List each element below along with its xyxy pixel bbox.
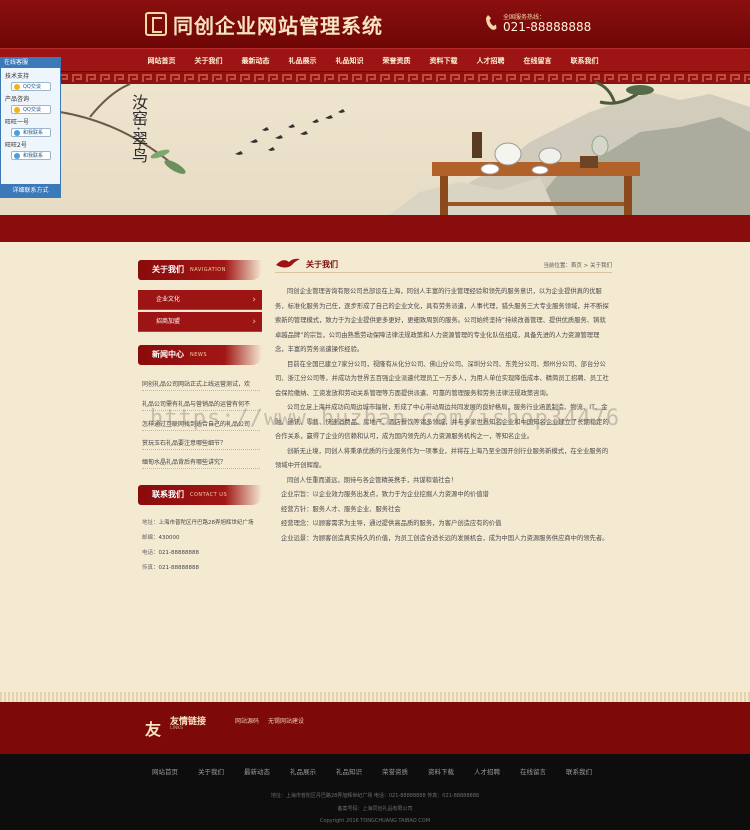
nav-products[interactable]: 礼品展示: [279, 49, 326, 73]
sidebar-news-header: 新闻中心 NEWS: [138, 345, 262, 365]
banner-bottom-strip: [0, 215, 750, 242]
footer-nav-downloads[interactable]: 资料下载: [418, 766, 464, 776]
wangwang-icon: [14, 153, 20, 159]
breadcrumb-home[interactable]: 首页: [571, 263, 582, 269]
sidebar-about-header: 关于我们 NAVIGATION: [138, 260, 262, 280]
hotline-number: 021-88888888: [503, 20, 592, 34]
footer-nav-contact[interactable]: 联系我们: [556, 766, 602, 776]
wangwang-icon: [14, 130, 20, 136]
nav-knowledge[interactable]: 礼品知识: [326, 49, 373, 73]
nav-guestbook[interactable]: 在线留言: [514, 49, 561, 73]
qq-group-label: 技术支持: [5, 73, 30, 80]
sidebar-news-en: NEWS: [190, 352, 208, 358]
qq-chat-button[interactable]: QQ交谈: [11, 105, 51, 114]
watermark-text: https://www.huzhan.com/ishop34476: [150, 406, 621, 431]
nav-about[interactable]: 关于我们: [185, 49, 232, 73]
footer-nav-about[interactable]: 关于我们: [188, 766, 234, 776]
online-service-title: 在线客服: [1, 58, 60, 68]
footer-nav-honors[interactable]: 荣誉资质: [372, 766, 418, 776]
phone-icon: [486, 15, 497, 30]
contact-phone: 电话：021-88888888: [142, 550, 199, 556]
qq-chat-button[interactable]: QQ交谈: [11, 82, 51, 91]
decorative-border: [0, 692, 750, 702]
about-paragraph: 同创企业管理咨询有限公司总部设在上海，同创人丰富的行业管理经验和领先的服务意识，…: [275, 288, 609, 353]
footer-nav-home[interactable]: 网站首页: [142, 766, 188, 776]
footer-nav-knowledge[interactable]: 礼品知识: [326, 766, 372, 776]
nav-honors[interactable]: 荣誉资质: [373, 49, 420, 73]
wangwang-contact-button[interactable]: 和我联系: [11, 128, 51, 137]
sidebar-contact-title: 联系我们: [152, 490, 184, 499]
breadcrumb-separator: >: [581, 263, 590, 269]
about-paragraph: 同创人任重而道远，期待与各企管精英携手，共谋和谐社会！: [287, 476, 458, 484]
site-header: 同创企业网站管理系统 全国服务热线： 021-88888888: [0, 0, 750, 48]
news-list-item[interactable]: 同创礼品公司网站正式上线运营测试，欢: [142, 378, 260, 391]
contact-details-button[interactable]: 详细联系方式: [1, 184, 60, 197]
friend-link[interactable]: 网站源码: [235, 716, 259, 725]
footer-nav-guestbook[interactable]: 在线留言: [510, 766, 556, 776]
content-header: 关于我们 当前位置：首页 > 关于我们: [275, 255, 612, 273]
hero-banner: 汝窑·翠鸟: [0, 72, 750, 222]
qq-icon: [14, 107, 20, 113]
sidebar-item-franchise[interactable]: 招商加盟: [138, 312, 262, 332]
about-paragraph: 创新无止境，同创人将秉承优质的行业服务作为一项事业，并将在上海乃至全国开创行业服…: [275, 447, 609, 470]
footer-copyright: Copyright 2016 TONGCHUANG TAIBAO COM: [319, 818, 431, 824]
bird-icon: [276, 258, 300, 268]
sidebar-news-title: 新闻中心: [152, 350, 184, 359]
friend-links-subtitle: LINKS: [170, 726, 184, 731]
news-list-item[interactable]: 赏玩玉石礼品要注意哪些细节？: [142, 437, 260, 450]
contact-zip: 邮编：430000: [142, 535, 180, 541]
page-title: 关于我们: [306, 260, 338, 269]
calligraphy-text-1: 汝窑: [129, 94, 148, 126]
sidebar-contact-header: 联系我们 CONTACT US: [138, 485, 262, 505]
footer-nav-jobs[interactable]: 人才招聘: [464, 766, 510, 776]
sidebar-item-culture[interactable]: 企业文化: [138, 290, 262, 310]
site-logo[interactable]: [145, 12, 167, 36]
footer-record: 备案号码：上海同创礼品有限公司: [337, 806, 413, 812]
breadcrumb-current[interactable]: 关于我们: [590, 263, 612, 269]
footer-nav-news[interactable]: 最新动态: [234, 766, 280, 776]
breadcrumb-label: 当前位置：: [543, 263, 571, 269]
site-footer: 网站首页 关于我们 最新动态 礼品展示 礼品知识 荣誉资质 资料下载 人才招聘 …: [0, 754, 750, 830]
nav-jobs[interactable]: 人才招聘: [467, 49, 514, 73]
sidebar-about-en: NAVIGATION: [190, 267, 226, 273]
about-line: 经营方针：服务人才、服务企业、服务社会: [281, 505, 401, 513]
sidebar-about-title: 关于我们: [152, 265, 184, 274]
wangwang-group-label: 旺旺2号: [5, 142, 27, 149]
contact-fax: 传真：021-88888888: [142, 565, 199, 571]
nav-contact[interactable]: 联系我们: [561, 49, 608, 73]
calligraphy-text-2: 翠鸟: [129, 131, 148, 164]
main-nav: 网站首页 关于我们 最新动态 礼品展示 礼品知识 荣誉资质 资料下载 人才招聘 …: [0, 48, 750, 72]
nav-downloads[interactable]: 资料下载: [420, 49, 467, 73]
footer-address: 地址：上海市普陀区丹巴路28弄旭辉世纪广场 电话：021-88888888 传真…: [270, 793, 480, 799]
sidebar-contact-en: CONTACT US: [190, 492, 228, 498]
about-line: 企业远景：为顾客创造真实持久的价值，为员工创造合适长远的发展机会，成为中国人力资…: [281, 534, 609, 542]
wangwang-group-label: 旺旺一号: [5, 119, 30, 126]
calligraphy-vertical: 汝窑·翠鸟: [129, 94, 148, 164]
wangwang-contact-button[interactable]: 和我联系: [11, 151, 51, 160]
about-line: 经营理念：以顾客需求为主导，通过提供高品质的服务，为客户创造应有的价值: [281, 520, 502, 527]
nav-news[interactable]: 最新动态: [232, 49, 279, 73]
about-line: 企业宗旨：以企业效力服务出发点，致力于为企业挖掘人力资源中的价值谱: [281, 491, 489, 498]
contact-address: 地址：上海市普陀区丹巴路28弄旭辉世纪广场: [142, 520, 254, 526]
about-paragraph: 目前在全国已建立7家分公司，视隆有从化分公司、佛山分公司、深圳分公司、东莞分公司…: [275, 360, 609, 397]
breadcrumb: 当前位置：首页 > 关于我们: [543, 261, 612, 269]
qq-icon: [14, 84, 20, 90]
site-title[interactable]: 同创企业网站管理系统: [173, 10, 383, 39]
news-list-item[interactable]: 缅甸水晶礼品背后有哪些讲究？: [142, 456, 260, 469]
online-service-panel: 在线客服 技术支持 QQ交谈 产品咨询 QQ交谈 旺旺一号 和我联系 旺旺2号 …: [0, 57, 61, 198]
friend-links-char: 友: [145, 720, 162, 739]
footer-nav-products[interactable]: 礼品展示: [280, 766, 326, 776]
qq-group-label: 产品咨询: [5, 96, 30, 103]
banner-artwork: [0, 72, 750, 222]
footer-nav: 网站首页 关于我们 最新动态 礼品展示 礼品知识 荣誉资质 资料下载 人才招聘 …: [142, 766, 602, 776]
friend-links-band: 友 友情链接 LINKS 网站源码 无锡网站建设: [0, 702, 750, 754]
nav-home[interactable]: 网站首页: [138, 49, 185, 73]
friend-link[interactable]: 无锡网站建设: [268, 716, 304, 725]
